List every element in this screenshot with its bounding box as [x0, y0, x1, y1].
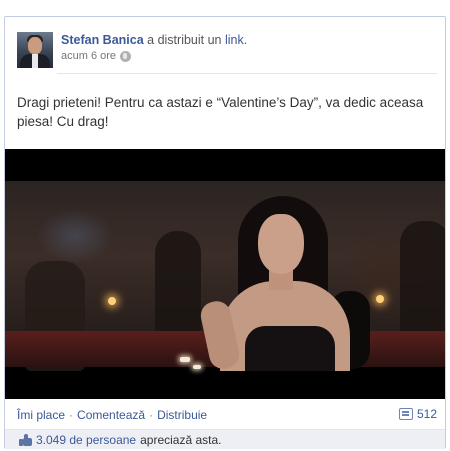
post-message: Dragi prieteni! Pentru ca astazi e “Vale…	[17, 95, 424, 129]
globe-icon[interactable]	[120, 50, 132, 62]
likes-count-link[interactable]: 3.049 de persoane	[36, 433, 136, 447]
header-divider	[57, 73, 437, 74]
action-separator: ·	[69, 408, 74, 422]
thumbs-up-icon	[19, 433, 32, 446]
comments-count: 512	[416, 407, 437, 421]
post-actions: Îmi place · Comentează · Distribuie 512	[17, 407, 437, 423]
post-card: Stefan Banica a distribuit un link. acum…	[4, 16, 446, 449]
share-link[interactable]: Distribuie	[157, 408, 207, 422]
link-word[interactable]: link.	[225, 33, 247, 47]
comments-count-link[interactable]: 512	[398, 407, 437, 421]
post-timestamp[interactable]: acum 6 ore	[61, 50, 116, 62]
avatar[interactable]	[17, 32, 53, 68]
share-verb: a distribuit un	[147, 33, 222, 47]
comment-icon	[398, 408, 413, 420]
like-link[interactable]: Îmi place	[17, 408, 65, 422]
author-name-link[interactable]: Stefan Banica	[61, 33, 144, 47]
post-header: Stefan Banica a distribuit un link. acum…	[17, 32, 437, 76]
video-scene	[5, 181, 445, 372]
post-meta: acum 6 ore	[61, 50, 132, 62]
action-separator: ·	[149, 408, 154, 422]
likes-bar: 3.049 de persoane apreciază asta.	[5, 429, 445, 449]
comment-link[interactable]: Comentează	[77, 408, 145, 422]
video-thumbnail[interactable]	[5, 149, 445, 399]
author-line: Stefan Banica a distribuit un link.	[61, 33, 247, 47]
likes-text: apreciază asta.	[140, 432, 222, 447]
